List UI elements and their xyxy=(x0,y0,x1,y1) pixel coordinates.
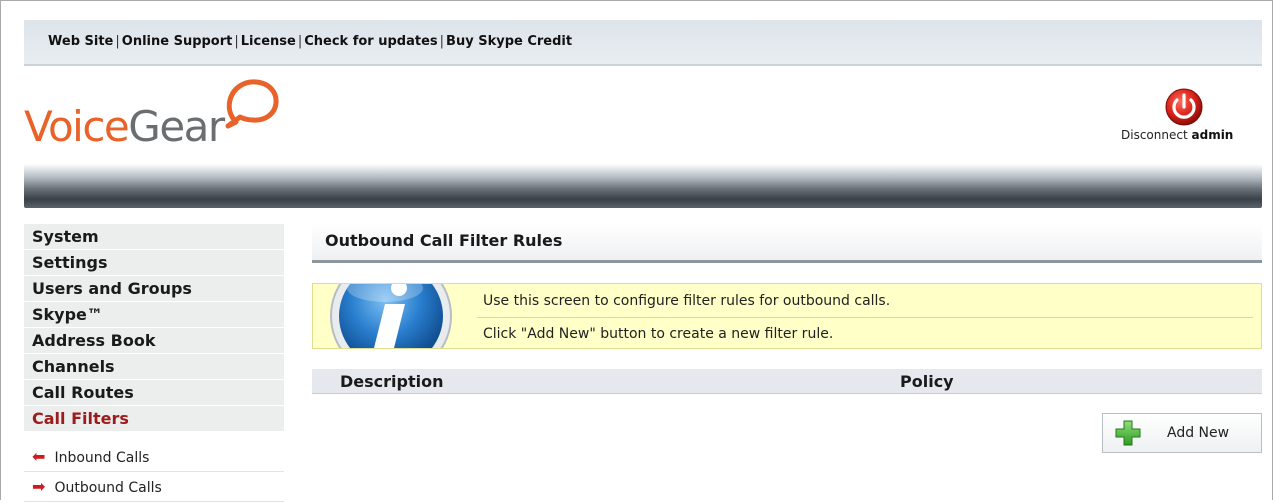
column-header-policy[interactable]: Policy xyxy=(900,372,954,391)
column-header-description[interactable]: Description xyxy=(340,372,443,391)
page-title-bar: Outbound Call Filter Rules xyxy=(312,224,1262,263)
sidebar-subitem-inbound-calls[interactable]: ⬅ Inbound Calls xyxy=(24,442,284,472)
sidebar-subitem-outbound-calls[interactable]: ➡ Outbound Calls xyxy=(24,472,284,502)
speech-bubble-icon xyxy=(225,79,279,129)
sidebar-item-call-routes[interactable]: Call Routes xyxy=(24,380,284,406)
sidebar: System Settings Users and Groups Skype™ … xyxy=(24,224,284,502)
link-online-support[interactable]: Online Support xyxy=(122,34,233,49)
info-icon xyxy=(330,284,452,348)
link-license[interactable]: License xyxy=(241,34,296,49)
link-separator: | xyxy=(234,34,239,49)
top-link-bar: Web Site | Online Support | License | Check fo… xyxy=(24,20,1262,66)
arrow-right-icon: ➡ xyxy=(32,477,46,496)
rules-table-header: Description Policy xyxy=(312,369,1262,394)
sidebar-item-channels[interactable]: Channels xyxy=(24,354,284,380)
logo-word-gear: Gear xyxy=(128,102,225,151)
sidebar-item-users-and-groups[interactable]: Users and Groups xyxy=(24,276,284,302)
page-title: Outbound Call Filter Rules xyxy=(325,231,563,250)
sidebar-item-settings[interactable]: Settings xyxy=(24,250,284,276)
plus-icon xyxy=(1115,420,1141,446)
disconnect-link[interactable]: Disconnect admin xyxy=(1121,128,1233,142)
sidebar-submenu: ⬅ Inbound Calls ➡ Outbound Calls xyxy=(24,442,284,502)
top-links: Web Site | Online Support | License | Check fo… xyxy=(48,34,572,49)
subitem-label: Outbound Calls xyxy=(54,480,162,496)
disconnect-label: Disconnect xyxy=(1121,128,1188,142)
info-text-line-2: Click "Add New" button to create a new f… xyxy=(483,326,834,342)
logo-word-voice: Voice xyxy=(24,102,130,151)
sidebar-item-system[interactable]: System xyxy=(24,224,284,250)
info-box: Use this screen to configure filter rule… xyxy=(312,283,1262,349)
power-icon[interactable] xyxy=(1164,87,1204,127)
link-separator: | xyxy=(115,34,120,49)
add-new-label: Add New xyxy=(1167,425,1230,441)
sidebar-item-address-book[interactable]: Address Book xyxy=(24,328,284,354)
sidebar-item-call-filters[interactable]: Call Filters xyxy=(24,406,284,432)
info-divider xyxy=(477,317,1253,318)
link-separator: | xyxy=(297,34,303,49)
link-separator: | xyxy=(439,34,445,49)
logo-wordmark: VoiceGear xyxy=(24,102,225,151)
link-buy-skype-credit[interactable]: Buy Skype Credit xyxy=(446,34,572,49)
link-check-for-updates[interactable]: Check for updates xyxy=(304,34,437,49)
header-divider-bar xyxy=(24,164,1262,208)
arrow-left-icon: ⬅ xyxy=(32,447,46,466)
link-web-site[interactable]: Web Site xyxy=(48,34,113,49)
subitem-label: Inbound Calls xyxy=(54,450,150,466)
voicegear-logo: VoiceGear xyxy=(22,78,292,158)
info-text-line-1: Use this screen to configure filter rule… xyxy=(483,293,891,309)
sidebar-item-skype[interactable]: Skype™ xyxy=(24,302,284,328)
current-user: admin xyxy=(1191,128,1234,142)
add-new-button[interactable]: Add New xyxy=(1102,413,1262,453)
